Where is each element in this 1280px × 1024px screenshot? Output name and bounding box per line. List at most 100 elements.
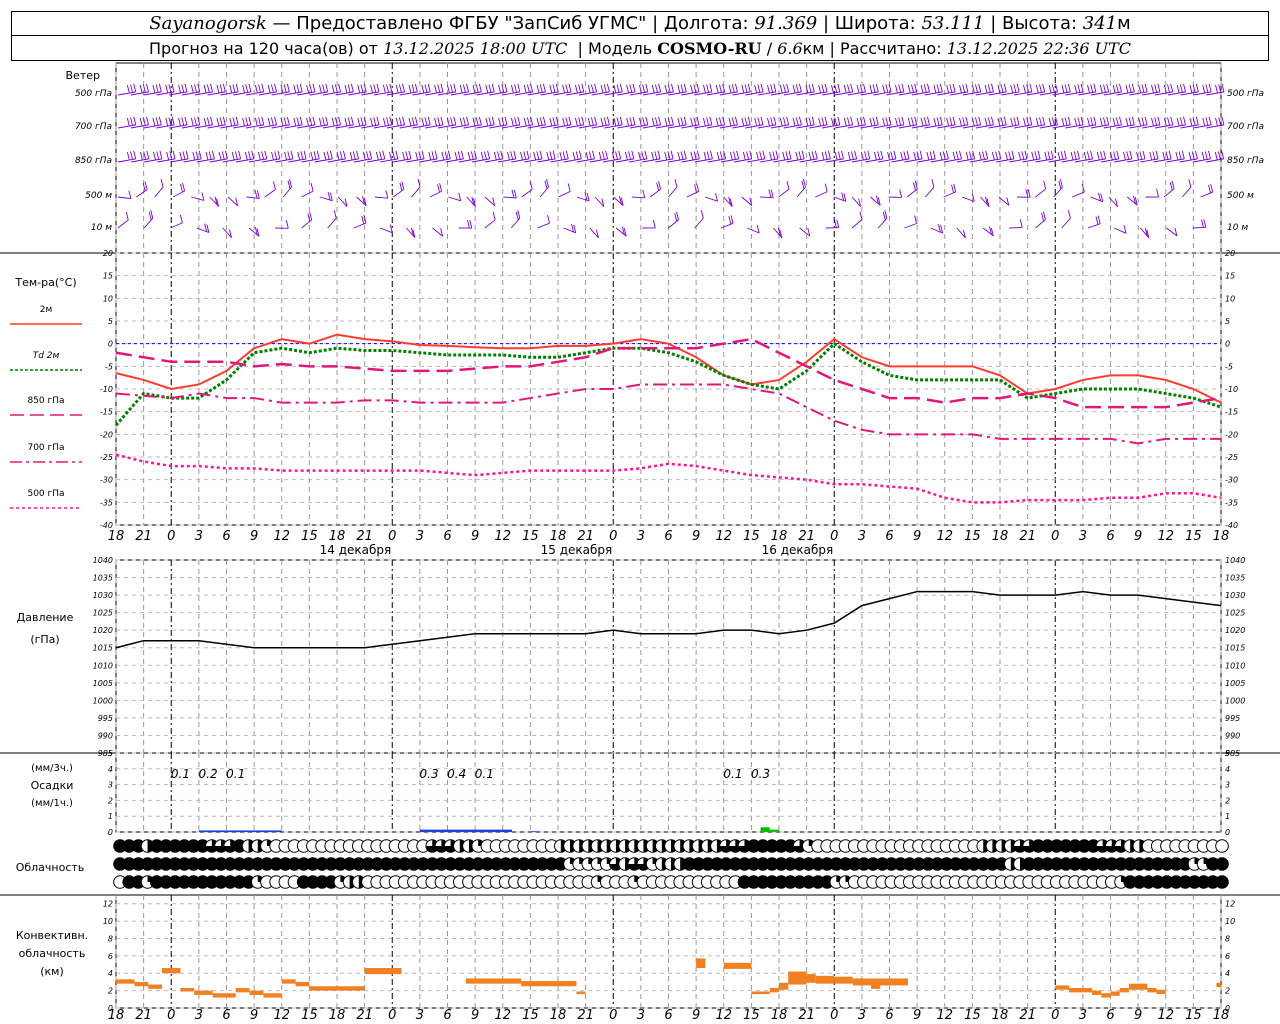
wind-barb-feather [216, 117, 220, 127]
wind-barb-feather [715, 117, 719, 127]
wind-barb-feather [1100, 151, 1103, 160]
convective-bar [235, 988, 250, 993]
wind-barb-feather [587, 117, 591, 127]
wind-barb-feather [1019, 219, 1023, 228]
wind-barb-feather [1099, 84, 1103, 94]
wind-barb-feather [148, 211, 152, 221]
temperature-tick-right: 5 [1225, 317, 1230, 326]
wind-barb-feather [927, 116, 930, 125]
wind-barb-feather [575, 151, 579, 160]
wind-barb-feather [913, 182, 916, 191]
wind-barb-feather [1195, 116, 1199, 125]
precip-tick-left: 3 [108, 781, 113, 790]
wind-barb-feather [493, 151, 497, 161]
wind-barb-feather [510, 117, 514, 127]
temperature-legend-label: Td 2м [33, 351, 60, 361]
time-tick-label: 18 [550, 529, 567, 544]
wind-barb-feather [444, 151, 448, 160]
wind-barb-feather [514, 84, 518, 93]
wind-barb-feather [1103, 150, 1107, 159]
time-tick-label: 9 [1134, 1008, 1142, 1023]
wind-barb-feather [768, 189, 772, 198]
wind-barb-feather [907, 117, 911, 127]
precip-title: Осадки [31, 779, 74, 792]
wind-barb-feather [651, 84, 655, 94]
wind-barb-feather [201, 192, 205, 201]
wind-barb-feather [287, 180, 291, 189]
wind-level-label-right: 10 м [1227, 223, 1248, 233]
wind-barb-feather [821, 84, 825, 93]
wind-barb-feather [289, 178, 292, 188]
time-tick-label: 3 [1079, 1008, 1087, 1023]
wind-barb-feather [434, 84, 438, 94]
wind-barb-feather [939, 151, 943, 161]
wind-barb-feather [375, 151, 379, 161]
wind-barb-feather [677, 151, 681, 161]
wind-barb-feather [927, 83, 930, 92]
pressure-tick-left: 1025 [93, 609, 113, 618]
wind-barb-feather [526, 84, 530, 93]
wind-barb-feather [952, 151, 956, 161]
wind-barb-feather [792, 117, 796, 127]
temperature-tick-left: -5 [105, 362, 113, 371]
wind-barb-feather [530, 83, 534, 92]
wind-barb-feather [972, 150, 976, 159]
wind-barb-feather [520, 151, 523, 161]
wind-barb-feather [283, 117, 287, 126]
wind-barb-feather [1099, 117, 1103, 127]
wind-barb-feather [1044, 151, 1048, 161]
wind-barb-feather [1138, 84, 1142, 94]
wind-barb-feather [460, 150, 464, 159]
convective-bar [1101, 993, 1111, 998]
wind-barb-feather [754, 84, 758, 94]
wind-barb-feather [913, 151, 917, 161]
wind-barb-feather [837, 83, 841, 92]
wind-barb-feather [946, 84, 950, 94]
wind-barb-feather [1013, 117, 1017, 126]
wind-barb-feather [626, 84, 630, 94]
wind-barb-feather [497, 151, 500, 160]
temperature-tick-left: -30 [100, 476, 113, 485]
wind-barb-feather [586, 192, 590, 202]
wind-barb-feather [205, 151, 209, 161]
wind-barb-feather [978, 151, 982, 161]
wind-barb-feather [799, 83, 802, 92]
wind-barb-feather [222, 83, 226, 92]
wind-barb-feather [1059, 179, 1063, 188]
wind-barb-feather [190, 84, 194, 94]
wind-barb-feather [360, 117, 364, 126]
convective-bar [576, 991, 586, 995]
wind-barb [537, 222, 550, 229]
wind-barb-feather [1048, 117, 1052, 127]
precip-tick-right: 0 [1225, 828, 1230, 837]
wind-barb-feather [267, 84, 271, 94]
wind-barb-feather [571, 223, 574, 233]
wind-barb-feather [700, 210, 704, 219]
wind-barb-feather [322, 117, 326, 126]
wind-barb-feather [719, 117, 722, 126]
convective-bar [769, 988, 779, 993]
wind-barb-feather [831, 84, 834, 94]
wind-barb-feather [821, 151, 825, 161]
temperature-tick-left: -40 [100, 521, 113, 530]
wind-barb [930, 227, 943, 234]
wind-barb-feather [389, 83, 393, 92]
wind-barb-feather [287, 151, 291, 160]
wind-barb-feather [603, 84, 607, 93]
wind-barb-feather [343, 150, 346, 159]
wind-barb-feather [171, 83, 175, 92]
wind-barb-feather [242, 117, 246, 127]
wind-barb-feather [232, 84, 236, 93]
wind-barb-feather [644, 150, 648, 159]
wind-barb-feather [434, 117, 438, 127]
wind-barb-feather [613, 117, 617, 127]
pressure-tick-left: 1040 [93, 556, 113, 565]
wind-barb-feather [338, 83, 342, 92]
wind-barb-feather [1021, 151, 1025, 160]
wind-barb-feather [693, 84, 697, 93]
wind-barb-feather [152, 84, 156, 94]
wind-barb-feather [1003, 83, 1007, 92]
convective-tick-right: 6 [1225, 952, 1230, 961]
wind-barb-feather [719, 84, 722, 93]
wind-barb-feather [1039, 84, 1042, 93]
